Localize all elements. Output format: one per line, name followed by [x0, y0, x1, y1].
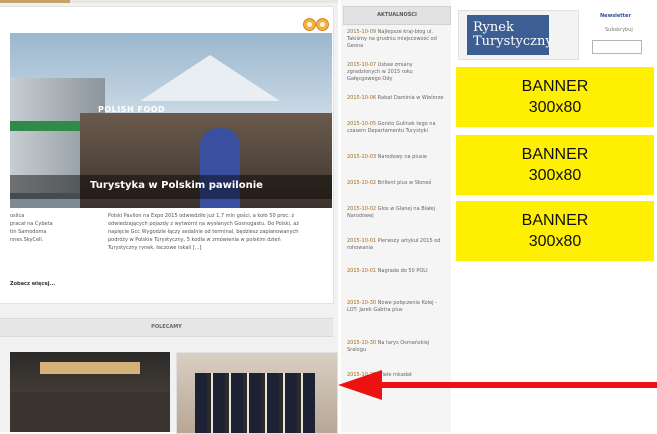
snippet-line: pracal na Cybeta: [10, 221, 53, 227]
banner-line: 300x80: [528, 99, 582, 116]
news-item[interactable]: 2015-10-07 Ustaw zmiany zgradzionych w 2…: [347, 62, 447, 83]
snippet-line: podróży w Polskie Turystyczny, 5 kodla w…: [108, 237, 281, 243]
arrow-head: [338, 370, 382, 400]
news-text[interactable]: Brillent plus w Słoneś: [378, 180, 432, 186]
news-date: 2015-10-02: [347, 206, 377, 212]
news-item[interactable]: 2015-10-09 Najlepsze kraj-blog ul. Takiś…: [347, 29, 447, 50]
photo-sign-text: POLISH FOOD: [98, 105, 166, 114]
snippet-line: napięcie Gcc Wygodzie łączy sedalnie od …: [108, 229, 299, 235]
snippet-line: osilca: [10, 213, 25, 219]
news-date: 2015-10-03: [347, 154, 377, 160]
news-item[interactable]: 2015-10-01 Pierwszy artykuł 2015 od roho…: [347, 238, 447, 252]
news-date: 2015-10-07: [347, 62, 377, 68]
logo-line-2: Turystyczny: [473, 34, 553, 49]
newsletter-email-input[interactable]: [592, 40, 642, 54]
recommended-title: POLECAMY: [151, 324, 182, 330]
recommended-thumbnail-conference[interactable]: [10, 352, 170, 432]
news-date: 2015-10-05: [347, 121, 377, 127]
news-item[interactable]: 2015-10-02 Głos w Glanej na Białej Narod…: [347, 206, 447, 220]
news-text[interactable]: Nagrada do 50 POLI: [378, 268, 428, 274]
previous-article-snippet: osilca pracal na Cybeta tin Samodoma nne…: [10, 212, 80, 244]
snippet-line: nnes.SkyCell.: [10, 237, 44, 243]
photo-stage: [40, 362, 140, 374]
photo-group: [195, 373, 315, 433]
news-date: 2015-10-02: [347, 180, 377, 186]
news-text[interactable]: Rabat Daminia w Wielorze: [378, 95, 444, 101]
red-arrow-icon: [338, 370, 657, 400]
newsletter-label: Newsletter: [600, 13, 631, 19]
top-strip-accent: [0, 0, 70, 3]
snippet-line: Turystyczny rynek, łaczowe lokali [...]: [108, 245, 202, 251]
read-more-link[interactable]: Zobacz więcej...: [10, 281, 55, 287]
featured-article-snippet: Polski Pavilon na Expo 2015 odwiedziło j…: [108, 212, 333, 252]
slider-caption[interactable]: Turystyka w Polskim pawilonie: [10, 175, 332, 199]
photo-audience: [10, 392, 170, 432]
news-date: 2015-10-01: [347, 268, 377, 274]
news-date: 2015-10-30: [347, 300, 377, 306]
news-item[interactable]: 2015-10-05 Gorsto Gulinek tego na czasem…: [347, 121, 447, 135]
banner-line: BANNER: [521, 212, 589, 229]
snippet-line: odwiedzających pojazdy z wytwórni na wys…: [108, 221, 299, 227]
recommended-thumbnail-awards[interactable]: [176, 352, 338, 434]
banner-line: 300x80: [528, 233, 582, 250]
snippet-line: tin Samodoma: [10, 229, 47, 235]
news-date: 2015-10-09: [347, 29, 377, 35]
news-text[interactable]: Narodowy na plusie: [378, 154, 427, 160]
news-item[interactable]: 2015-10-01 Nagrada do 50 POLI: [347, 268, 447, 275]
news-date: 2015-10-01: [347, 238, 377, 244]
news-header: AKTUALNOŚCI: [343, 6, 451, 25]
newsletter-subscribe-label: Subskrybuj: [605, 27, 633, 33]
slider-caption-text[interactable]: Turystyka w Polskim pawilonie: [90, 180, 263, 191]
slider-next-icon[interactable]: [316, 18, 329, 31]
banner-line: BANNER: [521, 146, 589, 163]
news-date: 2015-10-30: [347, 340, 377, 346]
news-title: AKTUALNOŚCI: [377, 12, 417, 18]
banner-ad[interactable]: BANNER 300x80: [456, 201, 654, 261]
rynek-turystyczny-logo[interactable]: Rynek Turystyczny: [458, 10, 579, 60]
news-item[interactable]: 2015-10-03 Narodowy na plusie: [347, 154, 447, 161]
snippet-line: Polski Pavilon na Expo 2015 odwiedziło j…: [108, 213, 294, 219]
news-item[interactable]: 2015-10-30 Nowe połączenia Kolej - LOT: …: [347, 300, 447, 314]
news-item[interactable]: 2015-10-02 Brillent plus w Słoneś: [347, 180, 447, 187]
news-item[interactable]: 2015-10-30 Na tarys Osmańskiej Sralogu: [347, 340, 447, 354]
banner-line: BANNER: [521, 78, 589, 95]
logo-box: Rynek Turystyczny: [467, 15, 553, 55]
photo-tent-roof: [140, 55, 280, 101]
banner-ad[interactable]: BANNER 300x80: [456, 135, 654, 195]
recommended-header: POLECAMY: [0, 318, 333, 337]
banner-ad[interactable]: BANNER 300x80: [456, 67, 654, 127]
slider-prev-icon[interactable]: [303, 18, 316, 31]
banner-line: 300x80: [528, 167, 582, 184]
news-item[interactable]: 2015-10-06 Rabat Daminia w Wielorze: [347, 95, 447, 102]
logo-line-1: Rynek: [473, 20, 514, 35]
news-date: 2015-10-06: [347, 95, 377, 101]
